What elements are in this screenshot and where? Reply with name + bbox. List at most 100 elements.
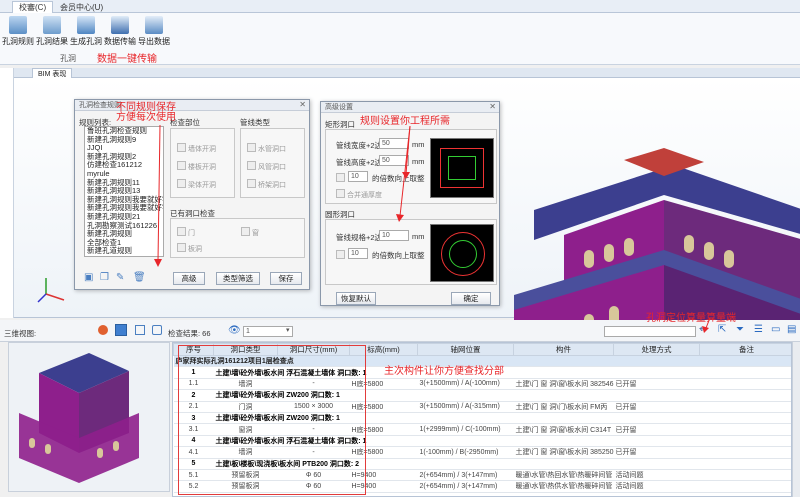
tab-bim-view[interactable]: BIM 表现 — [32, 68, 73, 78]
tab-review[interactable]: 校審(C) — [12, 1, 54, 13]
bim-tabbar: BIM 表现 — [14, 68, 800, 78]
3d-thumbnail[interactable] — [8, 342, 170, 492]
close-icon[interactable]: ✕ — [489, 102, 496, 111]
search-dropdown[interactable] — [604, 326, 696, 337]
checkbox-window[interactable]: 窗 — [241, 227, 259, 238]
close-icon[interactable]: ✕ — [299, 100, 306, 109]
ok-button[interactable]: 确定 — [451, 292, 491, 305]
rules-icon — [9, 16, 27, 34]
thumbnail-building — [19, 353, 139, 483]
save-icon[interactable]: ▤ — [787, 324, 796, 335]
checkbox-beam-opening[interactable]: 梁体开洞 — [177, 179, 216, 190]
window-icon[interactable]: ▭ — [771, 324, 780, 335]
rect-round-input[interactable]: 10 — [348, 171, 368, 182]
remark — [699, 378, 791, 391]
checkbox-water-pipe[interactable]: 水管洞口 — [247, 143, 286, 154]
checkbox-cable-tray[interactable]: 桥架洞口 — [247, 179, 286, 190]
axis-position: 2(+654mm) / 3(+147mm) — [417, 480, 514, 493]
component: 土建\门 窗 洞\窗\板水间 385250 — [513, 446, 614, 459]
pipe-type-label: 管线类型 — [240, 118, 270, 127]
col-axis-position[interactable]: 轴网位置 — [417, 343, 514, 356]
axis-position: 1(+2999mm) / C(-100mm) — [417, 423, 514, 436]
col-remark[interactable]: 备注 — [699, 343, 791, 356]
list-icon[interactable]: ☰ — [754, 324, 763, 335]
remark — [699, 469, 791, 482]
generate-holes-button[interactable]: 生成孔洞 — [68, 16, 104, 47]
arrow-settings-icon — [396, 125, 411, 222]
arrow-rules-icon — [154, 125, 162, 267]
filter-icon[interactable] — [152, 325, 162, 335]
note-one-click-transfer: 数据一键传输 — [97, 54, 157, 65]
check-part-group: 墙体开洞 楼板开洞 梁体开洞 — [170, 128, 235, 198]
checkbox-slab-opening[interactable]: 楼板开洞 — [177, 161, 216, 172]
checkbox-wall-opening[interactable]: 墙体开洞 — [177, 143, 216, 154]
hole-rules-dialog: 孔洞检查规则 ✕ 规则列表: 鲁班孔洞检查规则 新建孔洞规则9 JJQI 新建孔… — [74, 99, 310, 290]
export-data-button[interactable]: 导出数据 — [136, 16, 172, 47]
grid-icon[interactable] — [115, 324, 127, 336]
component: 土建\门 窗 洞\窗\板水间 382546 — [513, 378, 614, 391]
col-handling[interactable]: 处理方式 — [613, 343, 700, 356]
remark — [699, 423, 791, 436]
handling: 已开留 — [613, 401, 700, 413]
data-transfer-button[interactable]: 数据传输 — [102, 16, 138, 47]
handling: 已开留 — [613, 378, 700, 391]
handling: 活动间题 — [613, 480, 700, 493]
axis-gizmo-icon — [37, 278, 65, 303]
round-preview — [430, 224, 494, 282]
eye-icon[interactable]: 👁 — [228, 325, 241, 336]
component: 土建\门 窗 洞\窗\板水间 C314T — [513, 423, 614, 436]
export-icon — [145, 16, 163, 34]
generate-icon — [77, 16, 95, 34]
axis-position: 3(+1500mm) / A(-100mm) — [417, 378, 514, 391]
col-component[interactable]: 构件 — [513, 343, 614, 356]
table-scrollbar[interactable] — [792, 342, 800, 497]
round-round-checkbox[interactable] — [336, 250, 347, 260]
tab-member[interactable]: 会员中心(U) — [60, 2, 103, 13]
checkbox-air-duct[interactable]: 风管洞口 — [247, 161, 286, 172]
remark — [699, 480, 791, 493]
rules-dialog-title: 孔洞检查规则 — [75, 100, 309, 111]
save-button[interactable]: 保存 — [270, 272, 302, 285]
handling: 已开留 — [613, 446, 700, 459]
hole-rules-button[interactable]: 孔洞规则 — [0, 16, 36, 47]
existing-opening-group: 门 窗 板洞 — [170, 218, 305, 258]
component: 土建\门 窗 洞\门\板水间 FM丙 — [513, 401, 614, 413]
arrow-locate-icon — [702, 318, 711, 333]
left-panel — [0, 68, 14, 318]
checkbox-slab-hole[interactable]: 板洞 — [177, 243, 202, 254]
merge-thickness-checkbox[interactable]: 合并通厚度 — [336, 189, 382, 200]
color-icon[interactable] — [98, 325, 108, 335]
funnel-icon[interactable]: ⏷ — [736, 324, 744, 335]
round-round-input[interactable]: 10 — [348, 248, 368, 259]
3d-view-label: 三维视图: — [4, 329, 37, 338]
check-count: 检查结果: 66 — [168, 329, 211, 338]
advanced-button[interactable]: 高级 — [173, 272, 205, 285]
chevron-down-icon[interactable]: ▾ — [286, 326, 290, 334]
hole-results-button[interactable]: 孔洞结果 — [34, 16, 70, 47]
note-save-rules: 不同规则保存 方便每次使用 — [116, 102, 176, 123]
handling: 活动间题 — [613, 469, 700, 482]
rect-round-checkbox[interactable] — [336, 173, 347, 183]
handling: 已开留 — [613, 423, 700, 436]
note-find-components: 主次构件让你方便查找分部 — [384, 366, 504, 377]
delete-rule-icon[interactable]: 🗑 — [133, 272, 146, 283]
axis-position: 2(+654mm) / 3(+147mm) — [417, 469, 514, 482]
axis-position: 3(+1500mm) / A(-315mm) — [417, 401, 514, 413]
restore-default-button[interactable]: 恢复默认 — [336, 292, 376, 305]
pipe-type-group: 水管洞口 风管洞口 桥架洞口 — [240, 128, 305, 198]
component: 暖通\水管\热回水管\热暖碎间管 — [513, 469, 614, 482]
frame-icon[interactable] — [135, 325, 145, 335]
component: 暖通\水管\热供水管\热暖碎间管 — [513, 480, 614, 493]
type-filter-button[interactable]: 类型筛选 — [216, 272, 260, 285]
copy-rule-icon[interactable]: ❐ — [100, 272, 109, 283]
rect-preview — [430, 138, 494, 198]
results-icon — [43, 16, 61, 34]
transfer-icon — [111, 16, 129, 34]
axis-position: 1(-100mm) / B(-2950mm) — [417, 446, 514, 459]
edit-rule-icon[interactable]: ✎ — [116, 272, 124, 283]
group-label-holes: 孔洞 — [60, 54, 76, 63]
note-locate: 孔洞定位算量算量端 — [646, 313, 736, 324]
checkbox-door[interactable]: 门 — [177, 227, 195, 238]
menu-tabbar: 校審(C) 会员中心(U) — [0, 0, 800, 13]
add-rule-icon[interactable]: ▣ — [84, 272, 93, 283]
